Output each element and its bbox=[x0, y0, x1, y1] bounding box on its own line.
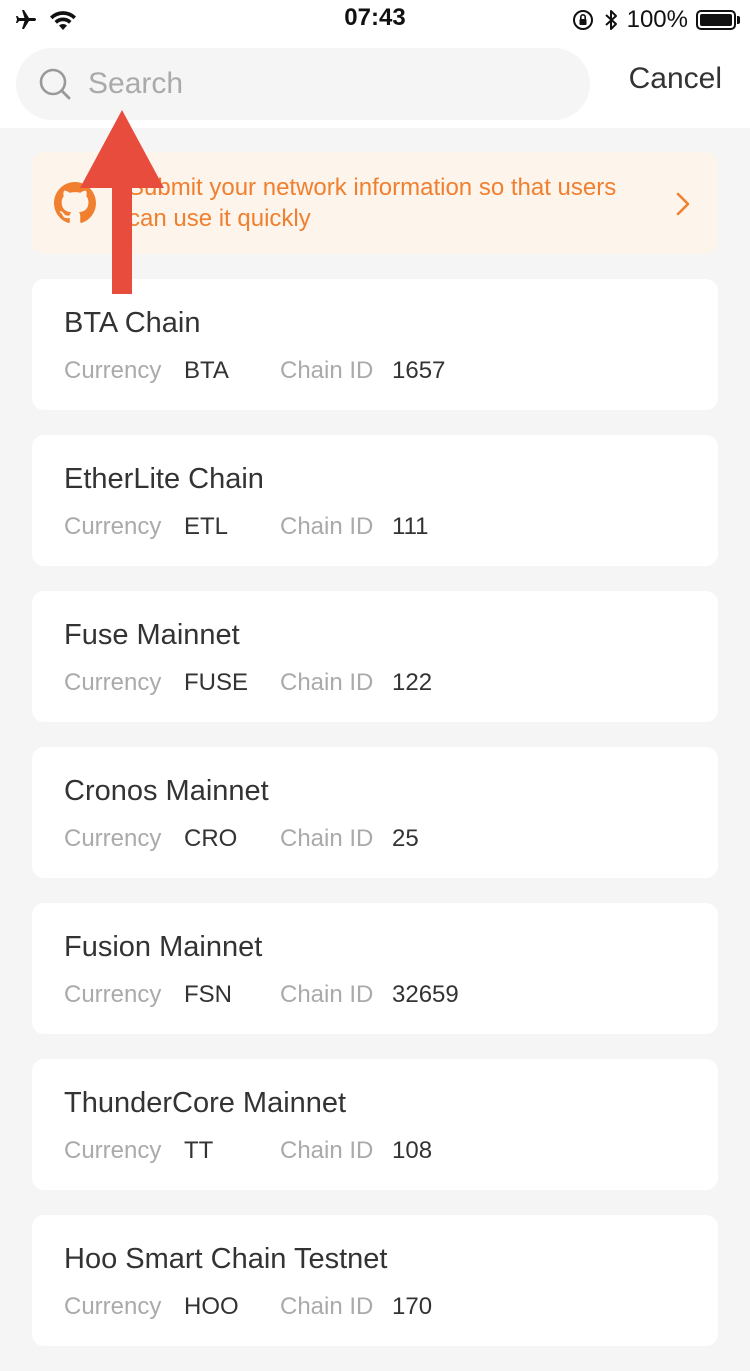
currency-label: Currency bbox=[64, 981, 162, 1008]
github-icon bbox=[54, 182, 96, 223]
cancel-button[interactable]: Cancel bbox=[629, 62, 722, 96]
currency-value: TT bbox=[184, 1137, 214, 1164]
currency-label: Currency bbox=[64, 513, 162, 540]
chain-id-label: Chain ID bbox=[280, 1293, 374, 1320]
chain-id-value: 111 bbox=[392, 513, 429, 540]
chain-id-value: 108 bbox=[392, 1137, 433, 1164]
battery-percentage: 100% bbox=[626, 6, 688, 33]
network-card-thundercore-mainnet[interactable]: ThunderCore Mainnet Currency TT Chain ID… bbox=[32, 1059, 718, 1190]
network-name: ThunderCore Mainnet bbox=[64, 1087, 347, 1119]
wifi-icon bbox=[50, 11, 76, 30]
orientation-lock-icon bbox=[572, 10, 593, 30]
network-name: Fusion Mainnet bbox=[64, 931, 263, 963]
currency-label: Currency bbox=[64, 1137, 162, 1164]
currency-label: Currency bbox=[64, 357, 162, 384]
network-card-fusion-mainnet[interactable]: Fusion Mainnet Currency FSN Chain ID 326… bbox=[32, 903, 718, 1034]
chain-id-label: Chain ID bbox=[280, 1137, 374, 1164]
chain-id-value: 1657 bbox=[392, 357, 446, 384]
currency-value: CRO bbox=[184, 825, 238, 852]
chain-id-label: Chain ID bbox=[280, 825, 374, 852]
chain-id-value: 25 bbox=[392, 825, 419, 852]
network-meta: Currency FUSE Chain ID 122 bbox=[64, 669, 704, 699]
chain-id-label: Chain ID bbox=[280, 669, 374, 696]
chain-id-label: Chain ID bbox=[280, 357, 374, 384]
submit-network-banner[interactable]: Submit your network information so that … bbox=[32, 152, 718, 254]
chain-id-label: Chain ID bbox=[280, 981, 374, 1008]
airplane-icon bbox=[16, 10, 36, 29]
status-right-icons: 100% bbox=[571, 6, 740, 34]
chain-id-value: 32659 bbox=[392, 981, 459, 1008]
currency-value: HOO bbox=[184, 1293, 239, 1320]
network-meta: Currency TT Chain ID 108 bbox=[64, 1137, 704, 1167]
chain-id-value: 122 bbox=[392, 669, 433, 696]
network-card-etherlite-chain[interactable]: EtherLite Chain Currency ETL Chain ID 11… bbox=[32, 435, 718, 566]
network-card-bta-chain[interactable]: BTA Chain Currency BTA Chain ID 1657 bbox=[32, 279, 718, 410]
network-name: Hoo Smart Chain Testnet bbox=[64, 1243, 388, 1275]
network-meta: Currency ETL Chain ID 111 bbox=[64, 513, 704, 543]
network-card-fuse-mainnet[interactable]: Fuse Mainnet Currency FUSE Chain ID 122 bbox=[32, 591, 718, 722]
network-meta: Currency CRO Chain ID 25 bbox=[64, 825, 704, 855]
bluetooth-icon bbox=[604, 10, 617, 30]
network-card-hoo-smart-chain-testnet[interactable]: Hoo Smart Chain Testnet Currency HOO Cha… bbox=[32, 1215, 718, 1346]
status-left-icons bbox=[14, 8, 78, 32]
status-bar: 07:43 100% bbox=[0, 0, 750, 40]
network-meta: Currency HOO Chain ID 170 bbox=[64, 1293, 704, 1323]
network-card-cronos-mainnet[interactable]: Cronos Mainnet Currency CRO Chain ID 25 bbox=[32, 747, 718, 878]
currency-value: ETL bbox=[184, 513, 229, 540]
banner-text: Submit your network information so that … bbox=[128, 174, 617, 232]
currency-label: Currency bbox=[64, 825, 162, 852]
currency-label: Currency bbox=[64, 1293, 162, 1320]
network-list: BTA Chain Currency BTA Chain ID 1657 Eth… bbox=[32, 279, 718, 1371]
search-box[interactable] bbox=[16, 48, 590, 120]
currency-value: FUSE bbox=[184, 669, 249, 696]
chain-id-value: 170 bbox=[392, 1293, 433, 1320]
currency-value: BTA bbox=[184, 357, 229, 384]
network-name: Fuse Mainnet bbox=[64, 619, 240, 651]
search-input[interactable] bbox=[88, 48, 568, 120]
network-meta: Currency BTA Chain ID 1657 bbox=[64, 357, 704, 387]
chain-id-label: Chain ID bbox=[280, 513, 374, 540]
search-icon bbox=[39, 68, 71, 100]
network-name: EtherLite Chain bbox=[64, 463, 264, 495]
battery-icon bbox=[696, 10, 740, 30]
currency-label: Currency bbox=[64, 669, 162, 696]
network-name: BTA Chain bbox=[64, 307, 201, 339]
currency-value: FSN bbox=[184, 981, 232, 1008]
chevron-right-icon bbox=[676, 192, 690, 216]
search-header: Cancel bbox=[0, 40, 750, 128]
network-meta: Currency FSN Chain ID 32659 bbox=[64, 981, 704, 1011]
network-name: Cronos Mainnet bbox=[64, 775, 269, 807]
